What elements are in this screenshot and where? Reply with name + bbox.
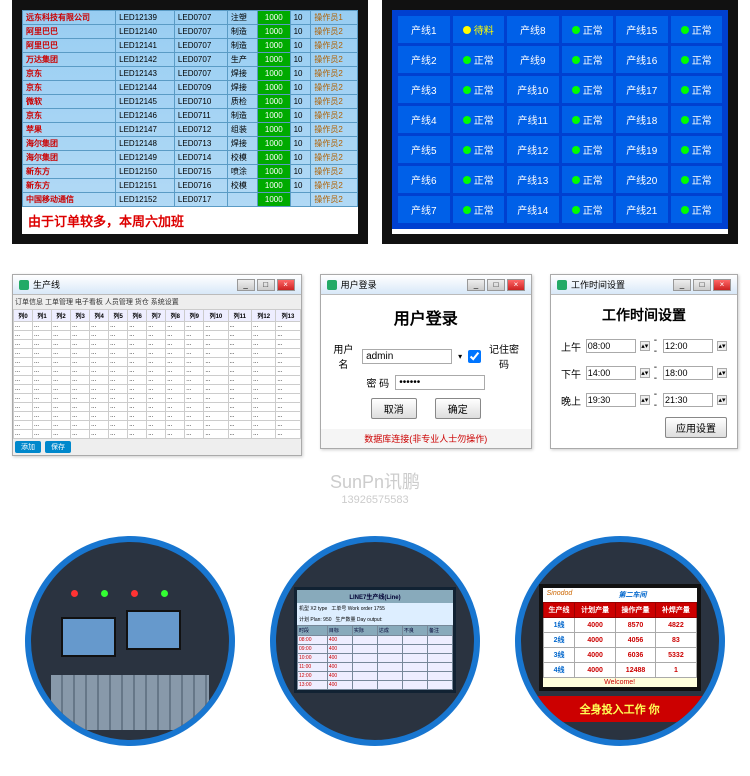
- spinner-icon[interactable]: ▴▾: [717, 395, 727, 405]
- spinner-icon[interactable]: ▴▾: [717, 341, 727, 351]
- password-label: 密 码: [366, 375, 389, 390]
- watermark: SunPn讯鹏13926575583: [0, 468, 750, 506]
- hourly-table: 时段目标实际达成不良备注08:0040009:0040010:0040011:0…: [297, 625, 453, 690]
- window-title: 用户登录: [341, 278, 377, 291]
- maximize-button[interactable]: □: [693, 279, 711, 291]
- maximize-button[interactable]: □: [487, 279, 505, 291]
- line-status-screen: 产线1待料产线8正常产线15正常产线2正常产线9正常产线16正常产线3正常产线1…: [382, 0, 738, 244]
- order-table: 远东科技有限公司LED12139LED0707注塑100010操作员1阿里巴巴L…: [22, 10, 358, 207]
- menu-tabs[interactable]: 订单信息 工单管理 电子看板 人员管理 货仓 系统设置: [13, 295, 301, 309]
- minimize-button[interactable]: _: [467, 279, 485, 291]
- welcome-text: Welcome!: [543, 678, 697, 687]
- password-input[interactable]: [395, 375, 485, 390]
- username-input[interactable]: [362, 349, 452, 364]
- worktime-dialog: 工作时间设置 _□× 工作时间设置 上午▴▾--▴▾下午▴▾--▴▾晚上▴▾--…: [550, 274, 738, 449]
- footer-bar: 添加 保存: [13, 439, 301, 455]
- window-title: 生产线: [33, 278, 60, 291]
- factory-photo-2: LINE7生产线(Line) 机型 X2 type工单号 Work order …: [270, 536, 480, 746]
- data-grid[interactable]: 列0列1列2列3列4列5列6列7列8列9列10列11列12列13........…: [13, 309, 301, 439]
- remember-label: 记住密码: [487, 341, 521, 371]
- titlebar: 用户登录 _□×: [321, 275, 531, 295]
- time-to-input[interactable]: [663, 393, 713, 407]
- line-status-grid: 产线1待料产线8正常产线15正常产线2正常产线9正常产线16正常产线3正常产线1…: [398, 16, 722, 223]
- remember-checkbox[interactable]: [468, 350, 481, 363]
- spinner-icon[interactable]: ▴▾: [640, 368, 650, 378]
- workshop-table: 生产线计划产量操作产量补焊产量1线4000857048222线400040568…: [543, 602, 697, 678]
- ok-button[interactable]: 确定: [435, 398, 481, 419]
- period-label: 晚上: [561, 393, 582, 408]
- time-from-input[interactable]: [586, 339, 636, 353]
- apply-button[interactable]: 应用设置: [665, 417, 727, 438]
- maximize-button[interactable]: □: [257, 279, 275, 291]
- time-to-input[interactable]: [663, 339, 713, 353]
- worktime-heading: 工作时间设置: [561, 305, 727, 325]
- spinner-icon[interactable]: ▴▾: [640, 341, 650, 351]
- close-button[interactable]: ×: [713, 279, 731, 291]
- close-button[interactable]: ×: [507, 279, 525, 291]
- time-to-input[interactable]: [663, 366, 713, 380]
- red-banner: 全身投入工作 你: [521, 696, 719, 722]
- spinner-icon[interactable]: ▴▾: [717, 368, 727, 378]
- minimize-button[interactable]: _: [237, 279, 255, 291]
- close-button[interactable]: ×: [277, 279, 295, 291]
- factory-photo-3: Sinodod第二车间 生产线计划产量操作产量补焊产量1线40008570482…: [515, 536, 725, 746]
- period-label: 下午: [561, 366, 582, 381]
- titlebar: 工作时间设置 _□×: [551, 275, 737, 295]
- login-heading: 用户登录: [331, 305, 521, 329]
- time-from-input[interactable]: [586, 366, 636, 380]
- spinner-icon[interactable]: ▴▾: [640, 395, 650, 405]
- cancel-button[interactable]: 取消: [371, 398, 417, 419]
- window-title: 工作时间设置: [571, 278, 625, 291]
- factory-photo-1: [25, 536, 235, 746]
- app-icon: [327, 280, 337, 290]
- production-order-screen: 远东科技有限公司LED12139LED0707注塑100010操作员1阿里巴巴L…: [12, 0, 368, 244]
- add-button[interactable]: 添加: [15, 441, 41, 453]
- app-icon: [557, 280, 567, 290]
- save-button[interactable]: 保存: [45, 441, 71, 453]
- time-from-input[interactable]: [586, 393, 636, 407]
- board-title: LINE7生产线(Line): [297, 590, 453, 603]
- spreadsheet-window: 生产线 _□× 订单信息 工单管理 电子看板 人员管理 货仓 系统设置 列0列1…: [12, 274, 302, 456]
- ticker-message: 由于订单较多，本周六加班: [22, 207, 358, 234]
- db-warning[interactable]: 数据库连接(非专业人士勿操作): [321, 429, 531, 448]
- login-dialog: 用户登录 _□× 用户登录 用户名 ▾ 记住密码 密 码 取消 确定 数据库连接…: [320, 274, 532, 449]
- username-label: 用户名: [331, 341, 356, 371]
- period-label: 上午: [561, 339, 582, 354]
- minimize-button[interactable]: _: [673, 279, 691, 291]
- titlebar: 生产线 _□×: [13, 275, 301, 295]
- app-icon: [19, 280, 29, 290]
